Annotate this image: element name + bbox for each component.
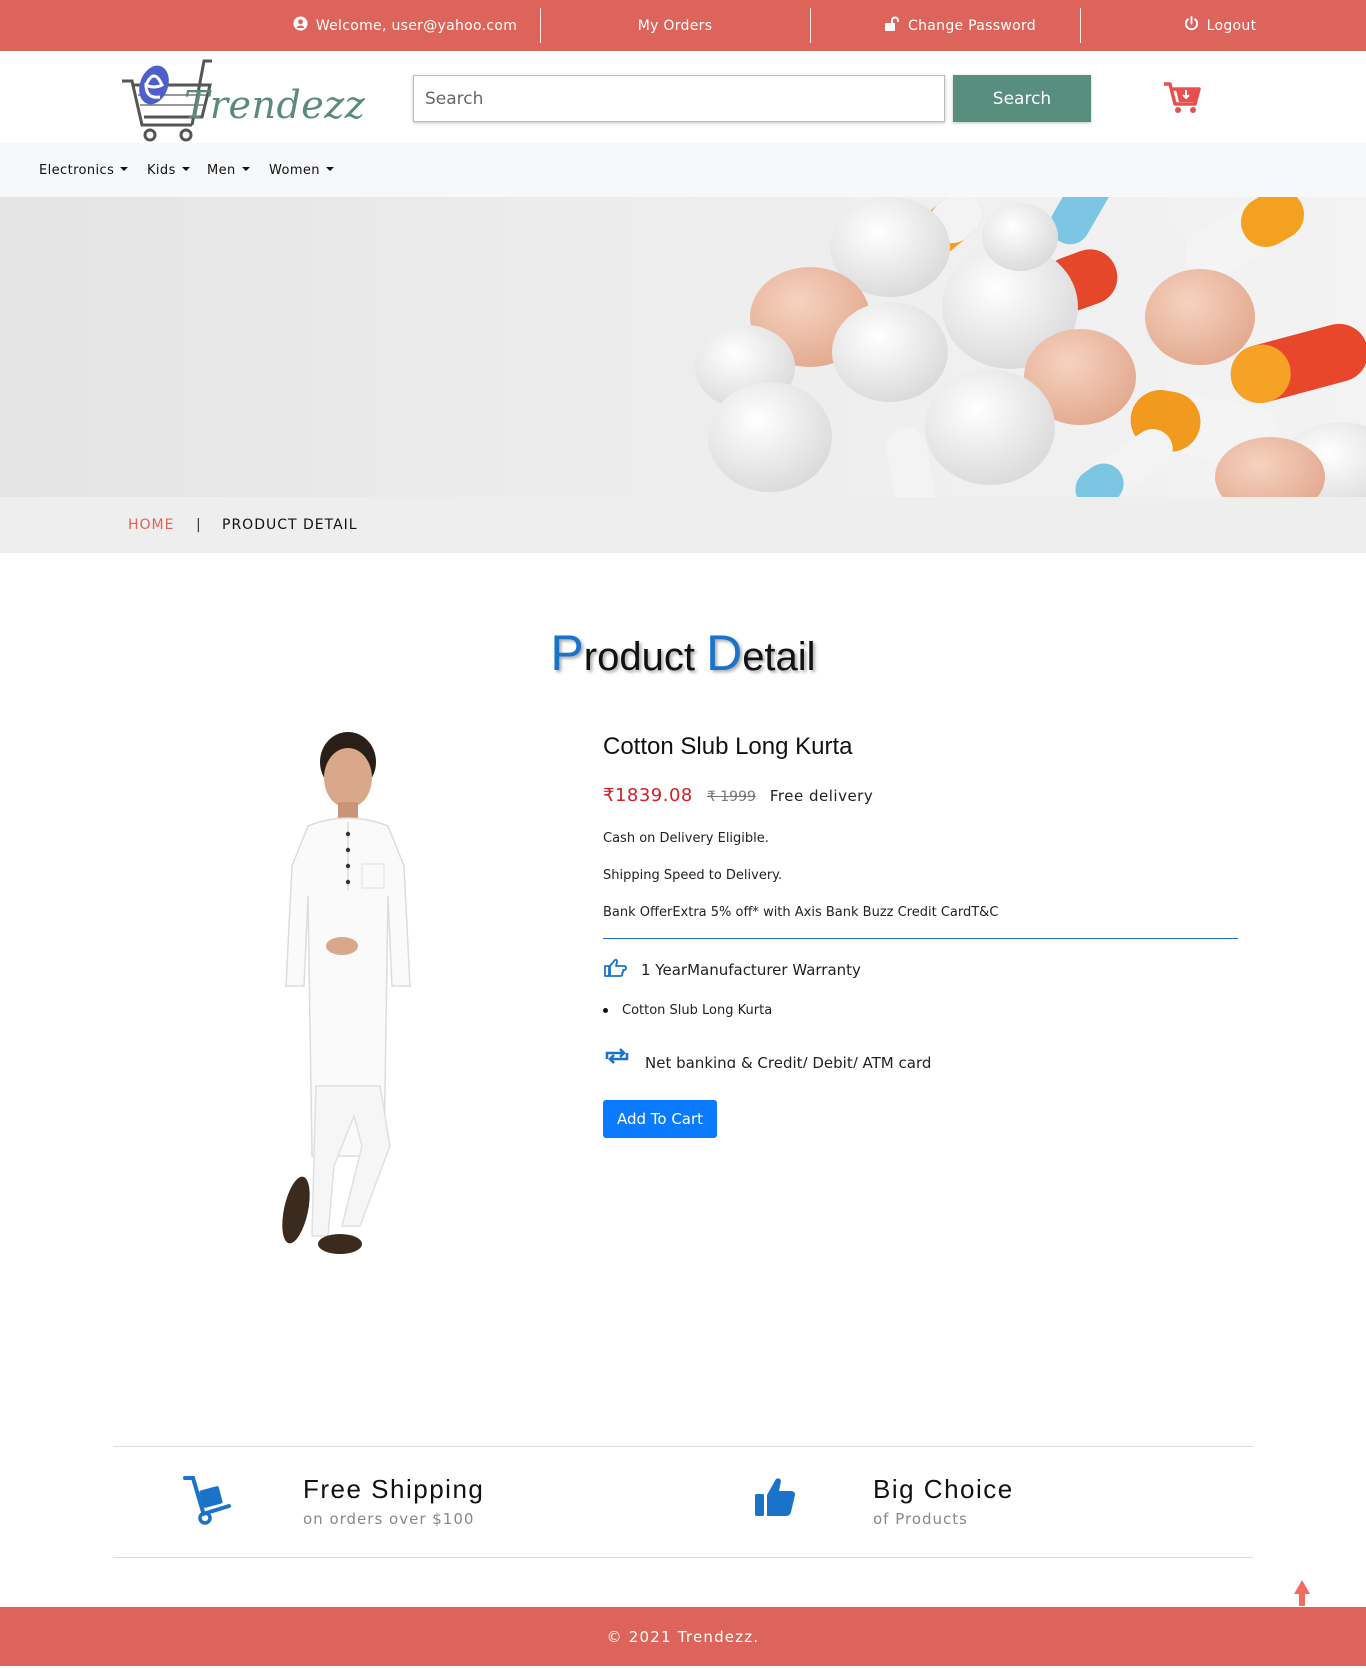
title-rest-2: etail (742, 635, 816, 679)
user-circle-icon (293, 16, 308, 35)
product-image[interactable] (250, 730, 450, 1260)
caret-down-icon (325, 167, 334, 171)
add-to-cart-button[interactable]: Add To Cart (603, 1100, 717, 1138)
shipping-info: Shipping Speed to Delivery. (603, 868, 783, 883)
breadcrumb-current: PRODUCT DETAIL (222, 517, 358, 533)
hand-truck-icon (183, 1474, 235, 1526)
strip-top-line (113, 1446, 1253, 1447)
logo-text: Trendezz (184, 83, 366, 127)
hand-pointing-icon (603, 958, 627, 982)
caret-down-icon (241, 167, 250, 171)
change-password-text: Change Password (908, 17, 1036, 34)
thumbs-up-icon (752, 1474, 804, 1526)
breadcrumb-home-link[interactable]: HOME (128, 517, 174, 533)
my-orders-link[interactable]: My Orders (560, 0, 790, 51)
topbar-divider (1080, 8, 1081, 43)
info-divider (603, 938, 1238, 939)
unlock-icon (884, 16, 900, 36)
product-name: Cotton Slub Long Kurta (603, 733, 853, 760)
nav-women[interactable]: Women (269, 143, 334, 197)
nav-label: Women (269, 162, 320, 178)
search-input[interactable] (413, 75, 945, 122)
refresh-arrows-icon (603, 1047, 631, 1068)
site-footer: © 2021 Trendezz. (0, 1607, 1366, 1666)
breadcrumb-separator: | (196, 517, 202, 533)
cart-download-icon[interactable] (1162, 77, 1202, 117)
payment-text: Net banking & Credit/ Debit/ ATM card (645, 1054, 932, 1068)
bank-offer-info: Bank OfferExtra 5% off* with Axis Bank B… (603, 905, 999, 920)
scroll-to-top-button[interactable] (1292, 1578, 1312, 1608)
category-nav: Electronics Kids Men Women (0, 143, 1366, 197)
caret-down-icon (181, 167, 190, 171)
feature-bullet: Cotton Slub Long Kurta (603, 1003, 772, 1018)
logout-link[interactable]: Logout (1170, 0, 1270, 51)
title-cap-p: P (550, 625, 584, 681)
kurta-model-image (282, 732, 411, 1254)
nav-electronics[interactable]: Electronics (39, 143, 129, 197)
big-choice-title: Big Choice (873, 1474, 1014, 1504)
title-cap-d: D (706, 625, 743, 681)
cod-info: Cash on Delivery Eligible. (603, 831, 769, 846)
change-password-link[interactable]: Change Password (840, 0, 1080, 51)
search-button[interactable]: Search (953, 75, 1091, 122)
copyright-text: © 2021 Trendezz. (606, 1627, 760, 1646)
bullet-text: Cotton Slub Long Kurta (622, 1003, 773, 1018)
pills-banner-image (695, 197, 1366, 497)
free-delivery-label: Free delivery (769, 787, 874, 805)
logout-text: Logout (1206, 17, 1257, 34)
site-logo[interactable]: Trendezz (120, 55, 365, 145)
original-price: ₹ 1999 (706, 789, 756, 805)
top-bar: Welcome, user@yahoo.com My Orders Change… (0, 0, 1366, 51)
free-shipping-title: Free Shipping (303, 1474, 485, 1504)
title-rest-1: roduct (583, 635, 707, 679)
free-shipping-subtitle: on orders over $100 (303, 1510, 475, 1528)
topbar-divider (810, 8, 811, 43)
hero-banner (0, 197, 1366, 497)
nav-kids[interactable]: Kids (147, 143, 190, 197)
nav-label: Electronics (39, 162, 115, 178)
nav-label: Men (207, 162, 236, 178)
power-icon (1184, 16, 1199, 35)
warranty-row: 1 YearManufacturer Warranty (603, 958, 861, 982)
bullet-dot (603, 1008, 608, 1013)
payment-row: Net banking & Credit/ Debit/ ATM card (603, 1046, 931, 1068)
arrow-up-icon (1294, 1580, 1310, 1606)
caret-down-icon (120, 167, 129, 171)
welcome-link[interactable]: Welcome, user@yahoo.com (290, 0, 520, 51)
current-price: ₹1839.08 (603, 785, 693, 806)
strip-bottom-line (113, 1557, 1253, 1558)
breadcrumb: HOME | PRODUCT DETAIL (0, 497, 1366, 553)
price-row: ₹1839.08 ₹ 1999 Free delivery (603, 785, 873, 806)
warranty-text: 1 YearManufacturer Warranty (641, 961, 861, 979)
nav-label: Kids (147, 162, 176, 178)
nav-men[interactable]: Men (207, 143, 250, 197)
site-header: Trendezz Search (0, 51, 1366, 143)
big-choice-subtitle: of Products (873, 1510, 968, 1528)
page-title: Product Detail (0, 624, 1366, 682)
topbar-divider (540, 8, 541, 43)
welcome-text: Welcome, user@yahoo.com (315, 17, 518, 34)
